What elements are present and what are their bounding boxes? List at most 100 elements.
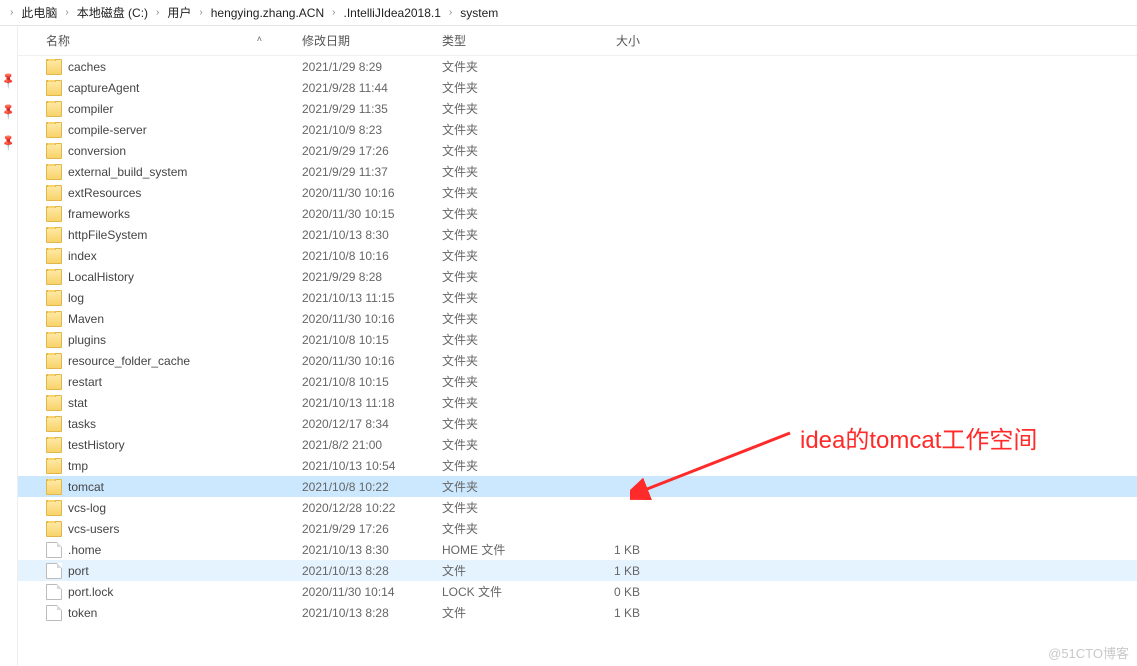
- file-name: external_build_system: [68, 165, 187, 179]
- table-row[interactable]: testHistory2021/8/2 21:00文件夹: [18, 434, 1137, 455]
- table-row[interactable]: Maven2020/11/30 10:16文件夹: [18, 308, 1137, 329]
- folder-icon: [46, 353, 62, 369]
- cell-type: LOCK 文件: [442, 583, 570, 600]
- file-name: LocalHistory: [68, 270, 134, 284]
- cell-date: 2020/11/30 10:15: [302, 207, 442, 221]
- cell-date: 2021/9/29 17:26: [302, 144, 442, 158]
- table-row[interactable]: index2021/10/8 10:16文件夹: [18, 245, 1137, 266]
- table-row[interactable]: port.lock2020/11/30 10:14LOCK 文件0 KB: [18, 581, 1137, 602]
- cell-name: token: [46, 605, 302, 621]
- cell-name: httpFileSystem: [46, 227, 302, 243]
- table-row[interactable]: external_build_system2021/9/29 11:37文件夹: [18, 161, 1137, 182]
- table-row[interactable]: conversion2021/9/29 17:26文件夹: [18, 140, 1137, 161]
- table-row[interactable]: token2021/10/13 8:28文件1 KB: [18, 602, 1137, 623]
- table-row[interactable]: tmp2021/10/13 10:54文件夹: [18, 455, 1137, 476]
- breadcrumb-item[interactable]: hengying.zhang.ACN: [207, 6, 328, 20]
- cell-date: 2020/12/17 8:34: [302, 417, 442, 431]
- folder-icon: [46, 458, 62, 474]
- cell-name: .home: [46, 542, 302, 558]
- table-row[interactable]: port2021/10/13 8:28文件1 KB: [18, 560, 1137, 581]
- folder-icon: [46, 332, 62, 348]
- chevron-right-icon: ›: [445, 7, 456, 18]
- cell-date: 2021/10/9 8:23: [302, 123, 442, 137]
- file-name: extResources: [68, 186, 141, 200]
- file-name: tomcat: [68, 480, 104, 494]
- column-header-size[interactable]: 大小: [570, 32, 650, 49]
- breadcrumb-item[interactable]: system: [456, 6, 502, 20]
- table-row[interactable]: compiler2021/9/29 11:35文件夹: [18, 98, 1137, 119]
- cell-name: vcs-users: [46, 521, 302, 537]
- address-bar[interactable]: › 此电脑 › 本地磁盘 (C:) › 用户 › hengying.zhang.…: [0, 0, 1137, 26]
- file-name: compiler: [68, 102, 113, 116]
- cell-type: 文件夹: [442, 247, 570, 264]
- column-header-date[interactable]: 修改日期: [302, 32, 442, 49]
- folder-icon: [46, 521, 62, 537]
- chevron-right-icon: ›: [61, 7, 72, 18]
- explorer-content: 📌 📌 📌 名称 ˄ 修改日期 类型 大小 caches2021/1/29 8:…: [0, 26, 1137, 666]
- breadcrumb-item[interactable]: 此电脑: [17, 4, 61, 21]
- cell-type: 文件夹: [442, 352, 570, 369]
- table-row[interactable]: restart2021/10/8 10:15文件夹: [18, 371, 1137, 392]
- cell-type: 文件夹: [442, 478, 570, 495]
- table-row[interactable]: LocalHistory2021/9/29 8:28文件夹: [18, 266, 1137, 287]
- cell-date: 2021/9/28 11:44: [302, 81, 442, 95]
- folder-icon: [46, 122, 62, 138]
- file-name: vcs-log: [68, 501, 106, 515]
- breadcrumb-item[interactable]: 用户: [163, 4, 195, 21]
- cell-name: port.lock: [46, 584, 302, 600]
- file-icon: [46, 542, 62, 558]
- file-name: restart: [68, 375, 102, 389]
- cell-name: port: [46, 563, 302, 579]
- file-name: captureAgent: [68, 81, 139, 95]
- table-row[interactable]: vcs-users2021/9/29 17:26文件夹: [18, 518, 1137, 539]
- cell-date: 2020/11/30 10:14: [302, 585, 442, 599]
- cell-type: 文件夹: [442, 205, 570, 222]
- table-row[interactable]: frameworks2020/11/30 10:15文件夹: [18, 203, 1137, 224]
- folder-icon: [46, 143, 62, 159]
- column-header-type[interactable]: 类型: [442, 32, 570, 49]
- breadcrumb-item[interactable]: 本地磁盘 (C:): [73, 4, 152, 21]
- table-row[interactable]: .home2021/10/13 8:30HOME 文件1 KB: [18, 539, 1137, 560]
- cell-type: 文件夹: [442, 226, 570, 243]
- cell-size: 1 KB: [570, 543, 650, 557]
- cell-type: 文件夹: [442, 331, 570, 348]
- table-row[interactable]: caches2021/1/29 8:29文件夹: [18, 56, 1137, 77]
- column-header-name[interactable]: 名称 ˄: [46, 32, 302, 49]
- table-row[interactable]: resource_folder_cache2020/11/30 10:16文件夹: [18, 350, 1137, 371]
- cell-date: 2020/12/28 10:22: [302, 501, 442, 515]
- file-name: .home: [68, 543, 101, 557]
- cell-type: 文件夹: [442, 142, 570, 159]
- table-row[interactable]: tasks2020/12/17 8:34文件夹: [18, 413, 1137, 434]
- pin-icon[interactable]: 📌: [0, 101, 19, 122]
- cell-type: 文件夹: [442, 268, 570, 285]
- table-row[interactable]: extResources2020/11/30 10:16文件夹: [18, 182, 1137, 203]
- chevron-right-icon: ›: [328, 7, 339, 18]
- table-row[interactable]: vcs-log2020/12/28 10:22文件夹: [18, 497, 1137, 518]
- cell-name: captureAgent: [46, 80, 302, 96]
- table-row[interactable]: stat2021/10/13 11:18文件夹: [18, 392, 1137, 413]
- column-headers: 名称 ˄ 修改日期 类型 大小: [18, 26, 1137, 56]
- folder-icon: [46, 269, 62, 285]
- table-row[interactable]: log2021/10/13 11:15文件夹: [18, 287, 1137, 308]
- folder-icon: [46, 290, 62, 306]
- pin-icon[interactable]: 📌: [0, 132, 19, 153]
- cell-name: frameworks: [46, 206, 302, 222]
- cell-type: 文件夹: [442, 520, 570, 537]
- folder-icon: [46, 395, 62, 411]
- file-name: tmp: [68, 459, 88, 473]
- folder-icon: [46, 374, 62, 390]
- table-row[interactable]: captureAgent2021/9/28 11:44文件夹: [18, 77, 1137, 98]
- folder-icon: [46, 80, 62, 96]
- pin-icon[interactable]: 📌: [0, 70, 19, 91]
- cell-name: index: [46, 248, 302, 264]
- table-row[interactable]: httpFileSystem2021/10/13 8:30文件夹: [18, 224, 1137, 245]
- breadcrumb-item[interactable]: .IntelliJIdea2018.1: [340, 6, 445, 20]
- cell-date: 2021/10/13 10:54: [302, 459, 442, 473]
- cell-name: Maven: [46, 311, 302, 327]
- file-name: plugins: [68, 333, 106, 347]
- cell-name: caches: [46, 59, 302, 75]
- cell-size: 0 KB: [570, 585, 650, 599]
- table-row[interactable]: plugins2021/10/8 10:15文件夹: [18, 329, 1137, 350]
- table-row[interactable]: tomcat2021/10/8 10:22文件夹: [18, 476, 1137, 497]
- table-row[interactable]: compile-server2021/10/9 8:23文件夹: [18, 119, 1137, 140]
